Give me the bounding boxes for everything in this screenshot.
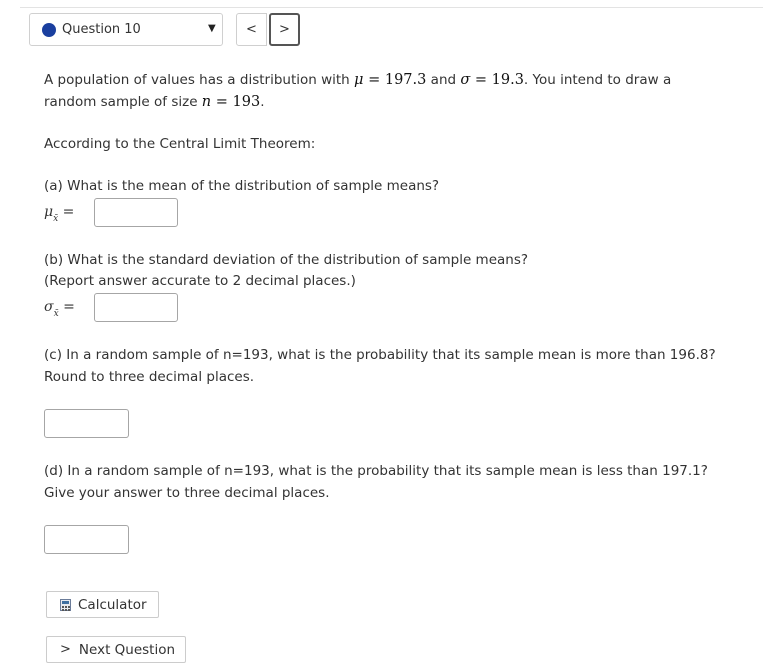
sigma-xbar-symbol: σ [44,299,54,315]
intro-line-2: random sample of size n = 193. [44,91,264,113]
mu-value: = 197.3 [363,72,427,88]
question-status-dot [42,23,56,37]
mu-xbar-symbol: μ [44,204,54,220]
part-a-question: (a) What is the mean of the distribution… [44,178,440,194]
intro-text: A population of values has a distributio… [44,72,355,88]
mean-of-sample-means-input[interactable] [94,198,178,227]
question-select[interactable]: Question 10 ▼ [29,13,223,46]
probability-less-than-input[interactable] [44,525,129,554]
std-of-sample-means-input[interactable] [94,293,178,322]
equals-sign: = [58,204,75,220]
part-c-question: (c) In a random sample of n=193, what is… [44,347,716,363]
next-question-button[interactable]: > Next Question [46,636,186,663]
next-question-label: Next Question [78,641,176,658]
question-select-label: Question 10 [62,22,141,37]
n-symbol: n [201,94,212,110]
n-value: = 193 [211,94,261,110]
part-d-instruction: Give your answer to three decimal places… [44,485,330,501]
calculator-label: Calculator [78,596,147,613]
next-question-nav-button[interactable]: > [269,13,300,46]
clt-heading: According to the Central Limit Theorem: [44,136,316,152]
part-d-question: (d) In a random sample of n=193, what is… [44,463,708,479]
calculator-button[interactable]: Calculator [46,591,159,618]
chevron-right-icon: > [279,22,290,37]
calculator-icon [60,598,71,611]
part-b-question: (b) What is the standard deviation of th… [44,252,529,268]
period: . [260,94,265,110]
part-c-instruction: Round to three decimal places. [44,369,255,385]
sigma-symbol: σ [460,72,471,88]
chevron-left-icon: < [246,22,257,37]
part-b-note: (Report answer accurate to 2 decimal pla… [44,273,356,289]
intro-line-1: A population of values has a distributio… [44,69,671,91]
intro-text-cont: . You intend to draw a [523,72,672,88]
xbar-subscript: x̄ [53,214,59,224]
xbar-subscript: x̄ [53,309,59,319]
dropdown-caret-icon: ▼ [208,23,216,34]
part-a-label: μx̄ = [44,204,75,224]
part-b-label: σx̄ = [44,299,75,319]
probability-more-than-input[interactable] [44,409,129,438]
previous-question-button[interactable]: < [236,13,267,46]
equals-sign: = [58,299,75,315]
sigma-value: = 19.3 [470,72,524,88]
sample-size-text: random sample of size [44,94,202,110]
and-text: and [426,72,461,88]
chevron-right-icon: > [60,642,71,657]
top-divider [20,7,763,8]
